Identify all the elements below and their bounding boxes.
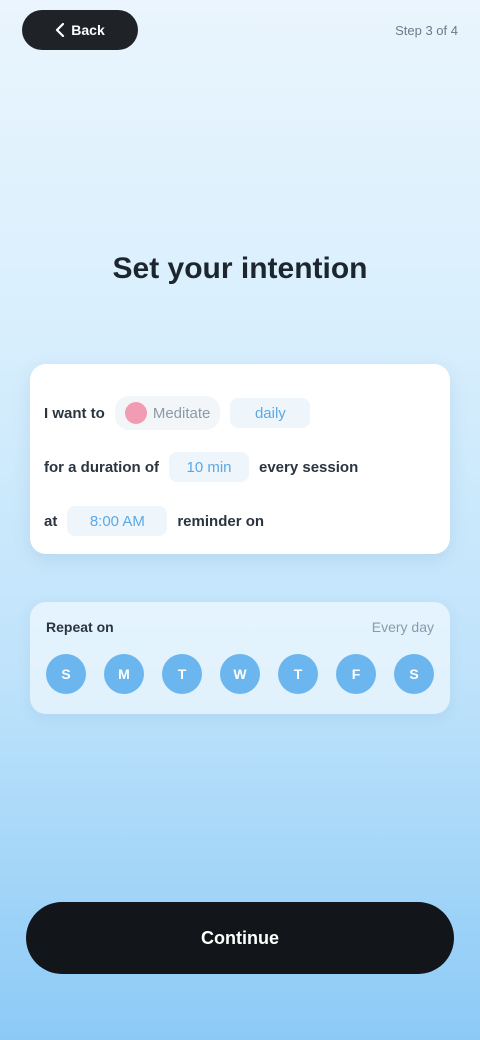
day-toggle-sunday[interactable]: S	[46, 654, 86, 694]
day-toggle-monday[interactable]: M	[104, 654, 144, 694]
page-title: Set your intention	[112, 252, 368, 285]
intention-card: I want to Meditate daily for a duration …	[30, 364, 450, 554]
intention-row-time: at 8:00 AM reminder on	[44, 494, 436, 548]
row-suffix: reminder on	[177, 512, 265, 530]
repeat-days-title: Repeat on	[46, 619, 114, 635]
step-indicator: Step 3 of 4	[395, 23, 458, 38]
repeat-days-header: Repeat on Every day	[46, 616, 434, 638]
repeat-days-summary: Every day	[371, 619, 434, 635]
row-label: at	[44, 512, 58, 530]
back-button-label: Back	[71, 22, 105, 38]
top-bar: Back Step 3 of 4	[22, 8, 458, 52]
continue-button[interactable]: Continue	[26, 902, 454, 974]
day-toggle-wednesday[interactable]: W	[220, 654, 260, 694]
row-suffix: every session	[259, 458, 359, 476]
row-label: I want to	[44, 404, 105, 422]
activity-dot-icon	[124, 402, 147, 424]
frequency-field[interactable]: daily	[230, 398, 311, 428]
row-label: for a duration of	[44, 458, 159, 476]
time-field[interactable]: 8:00 AM	[67, 506, 168, 536]
intention-row-activity: I want to Meditate daily	[44, 386, 436, 440]
activity-chip[interactable]: Meditate	[114, 396, 221, 430]
intention-row-duration: for a duration of 10 min every session	[44, 440, 436, 494]
day-toggle-friday[interactable]: F	[336, 654, 376, 694]
day-toggle-tuesday[interactable]: T	[162, 654, 202, 694]
back-button[interactable]: Back	[22, 10, 138, 50]
day-toggle-thursday[interactable]: T	[278, 654, 318, 694]
activity-chip-label: Meditate	[152, 404, 211, 422]
step-text: Step 3 of 4	[395, 22, 458, 38]
repeat-days-card: Repeat on Every day S M T W T F S	[30, 602, 450, 714]
day-selector: S M T W T F S	[46, 654, 434, 694]
duration-field[interactable]: 10 min	[169, 452, 249, 482]
day-toggle-saturday[interactable]: S	[394, 654, 434, 694]
chevron-left-icon	[56, 23, 65, 37]
